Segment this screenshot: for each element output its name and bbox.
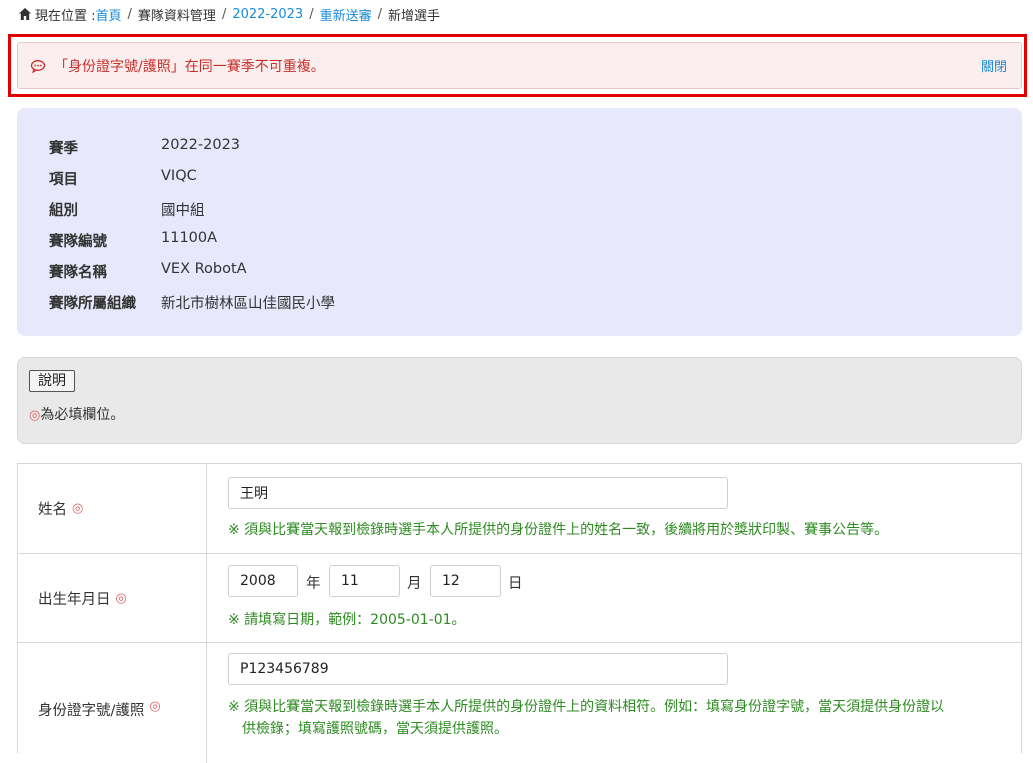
team-info-row: 項目 VIQC <box>49 168 197 189</box>
required-mark: ◎ <box>72 501 84 516</box>
breadcrumb-current: 新增選手 <box>387 8 440 24</box>
team-info-row: 賽隊名稱 VEX RobotA <box>49 261 247 282</box>
error-alert: 「身份證字號/護照」在同一賽季不可重複。 關閉 <box>17 42 1022 89</box>
form-row-name: 姓名 ◎ 王明 ※ 須與比賽當天報到檢錄時選手本人所提供的身份證件上的姓名一致，後… <box>18 464 1021 554</box>
comment-icon <box>30 58 46 74</box>
breadcrumb-season-link[interactable]: 2022-2023 <box>232 7 303 22</box>
id-number-hint-line1: ※ 須與比賽當天報到檢錄時選手本人所提供的身份證件上的資料相符。例如：填寫身份證… <box>228 699 945 715</box>
team-info-label: 組別 <box>49 203 78 219</box>
field-label-text: 身份證字號/護照 <box>38 703 145 719</box>
required-note-text: 為必填欄位。 <box>40 407 125 423</box>
name-input[interactable]: 王明 <box>228 477 728 509</box>
breadcrumb-home-link[interactable]: 首頁 <box>96 9 122 24</box>
breadcrumb-resubmit-link[interactable]: 重新送審 <box>320 5 372 24</box>
birthday-hint: ※ 請填寫日期，範例：2005-01-01。 <box>228 612 466 628</box>
year-unit: 年 <box>306 576 321 592</box>
required-mark: ◎ <box>149 699 161 714</box>
breadcrumb-separator: / <box>377 6 382 22</box>
alert-close-link[interactable]: 關閉 <box>981 56 1007 75</box>
form-row-birthday: 出生年月日 ◎ 2008 年 11 月 12 日 ※ 請填寫日期，範例：2005-… <box>18 554 1021 643</box>
breadcrumb-section: 賽隊資料管理 <box>137 8 216 24</box>
alert-message: 「身份證字號/護照」在同一賽季不可重複。 <box>54 58 325 75</box>
team-info-value: 國中組 <box>161 203 205 219</box>
team-info-value: 新北市樹林區山佳國民小學 <box>161 296 335 312</box>
team-info-row: 賽隊所屬組織 新北市樹林區山佳國民小學 <box>49 292 335 313</box>
team-info-panel: 賽季 2022-2023 項目 VIQC 組別 國中組 賽隊編號 11100A … <box>17 108 1022 336</box>
month-unit: 月 <box>407 576 422 592</box>
team-info-value: 11100A <box>161 230 218 246</box>
instructions-button[interactable]: 說明 <box>29 370 75 392</box>
team-info-value: VIQC <box>161 168 197 184</box>
id-number-input[interactable]: P123456789 <box>228 653 728 685</box>
breadcrumb-separator: / <box>221 6 227 22</box>
name-hint: ※ 須與比賽當天報到檢錄時選手本人所提供的身份證件上的姓名一致，後續將用於獎狀印… <box>228 522 889 538</box>
team-info-row: 賽隊編號 11100A <box>49 230 217 251</box>
required-note: ◎為必填欄位。 <box>29 404 124 424</box>
birth-day-input[interactable]: 12 <box>430 565 501 597</box>
team-info-label: 賽隊所屬組織 <box>49 296 136 312</box>
field-label-text: 出生年月日 <box>38 591 111 608</box>
player-form: 姓名 ◎ 王明 ※ 須與比賽當天報到檢錄時選手本人所提供的身份證件上的姓名一致，後… <box>17 463 1022 763</box>
field-label-id-number: 身份證字號/護照 ◎ <box>18 643 207 763</box>
team-info-row: 賽季 2022-2023 <box>49 137 240 158</box>
birth-year-input[interactable]: 2008 <box>228 565 298 597</box>
form-row-id-number: 身份證字號/護照 ◎ P123456789 ※ 須與比賽當天報到檢錄時選手本人所提… <box>18 643 1021 763</box>
breadcrumb-separator: / <box>309 6 314 22</box>
team-info-label: 賽隊名稱 <box>49 265 107 281</box>
team-info-row: 組別 國中組 <box>49 199 205 220</box>
field-label-birthday: 出生年月日 ◎ <box>18 554 207 642</box>
team-info-label: 賽季 <box>49 141 78 157</box>
birth-month-input[interactable]: 11 <box>329 565 400 597</box>
breadcrumb-prefix: 現在位置 : <box>35 8 96 24</box>
field-label-name: 姓名 ◎ <box>18 464 207 553</box>
breadcrumb-separator: / <box>127 6 132 22</box>
required-mark: ◎ <box>29 408 41 423</box>
instructions-panel: 說明 ◎為必填欄位。 <box>17 357 1022 444</box>
team-info-value: VEX RobotA <box>161 261 247 277</box>
team-info-label: 項目 <box>49 172 78 188</box>
id-number-hint-line2: 供檢錄；填寫護照號碼，當天須提供護照。 <box>242 721 508 737</box>
breadcrumb: 現在位置 :首頁 / 賽隊資料管理 / 2022-2023 / 重新送審 / 新… <box>18 4 440 24</box>
field-label-text: 姓名 <box>38 502 67 518</box>
team-info-value: 2022-2023 <box>161 137 241 153</box>
required-mark: ◎ <box>115 590 127 606</box>
team-info-label: 賽隊編號 <box>49 234 107 250</box>
home-icon <box>18 7 32 21</box>
day-unit: 日 <box>508 576 523 592</box>
